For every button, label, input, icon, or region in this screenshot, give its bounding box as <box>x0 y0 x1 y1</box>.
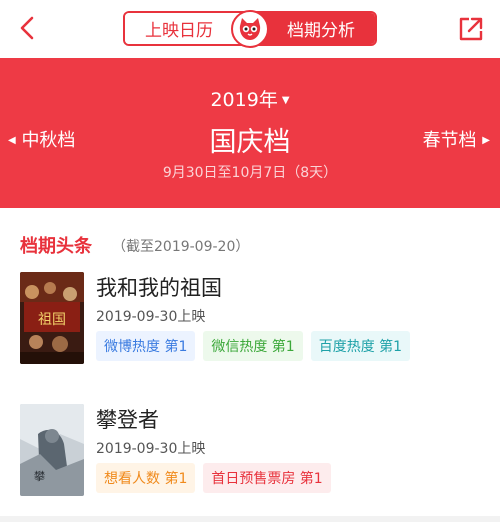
movie-release-date: 2019-09-30上映 <box>96 441 206 457</box>
svg-text:祖国: 祖国 <box>38 312 66 328</box>
next-season-button[interactable]: 春节档 ▶ <box>423 126 490 152</box>
section-subtitle: （截至2019-09-20） <box>112 239 250 255</box>
tag-weibo-heat: 微博热度 第1 <box>96 331 196 361</box>
svg-text:攀: 攀 <box>34 470 45 483</box>
tab-release-calendar-label: 上映日历 <box>145 21 213 41</box>
season-date-range: 9月30日至10月7日（8天） <box>162 165 338 181</box>
tag-presale-box-office: 首日预售票房 第1 <box>203 463 331 493</box>
tag-want-to-see: 想看人数 第1 <box>96 463 196 493</box>
chevron-left-icon <box>20 16 34 40</box>
tab-schedule-analysis-label: 档期分析 <box>287 21 355 41</box>
movie-poster[interactable]: 攀 <box>20 404 84 496</box>
bottom-divider <box>0 516 500 522</box>
year-label: 2019年 <box>210 89 278 111</box>
movie-tags: 想看人数 第1 首日预售票房 第1 <box>96 463 331 493</box>
movie-title: 攀登者 <box>96 408 159 432</box>
season-banner: 2019年 ▼ ◀ 中秋档 国庆档 春节档 ▶ 9月30日至10月7日（8天） <box>0 58 500 208</box>
tag-baidu-heat: 百度热度 第1 <box>310 331 411 361</box>
back-button[interactable] <box>14 14 42 42</box>
movie-tags: 微博热度 第1 微信热度 第1 百度热度 第1 <box>96 331 411 361</box>
movie-title: 我和我的祖国 <box>96 276 222 300</box>
caret-down-icon: ▼ <box>281 95 290 106</box>
tag-wechat-heat: 微信热度 第1 <box>203 331 303 361</box>
external-link-icon <box>459 17 483 41</box>
triangle-right-icon: ▶ <box>482 135 490 146</box>
section-title: 档期头条 <box>20 236 92 257</box>
next-season-label: 春节档 <box>422 130 477 151</box>
year-selector[interactable]: 2019年 ▼ <box>0 85 500 112</box>
top-nav-bar: 上映日历 档期分析 <box>0 0 500 58</box>
share-button[interactable] <box>458 16 484 42</box>
cat-logo-icon <box>231 10 269 48</box>
movie-release-date: 2019-09-30上映 <box>96 309 206 325</box>
movie-poster[interactable]: 祖国 <box>20 272 84 364</box>
